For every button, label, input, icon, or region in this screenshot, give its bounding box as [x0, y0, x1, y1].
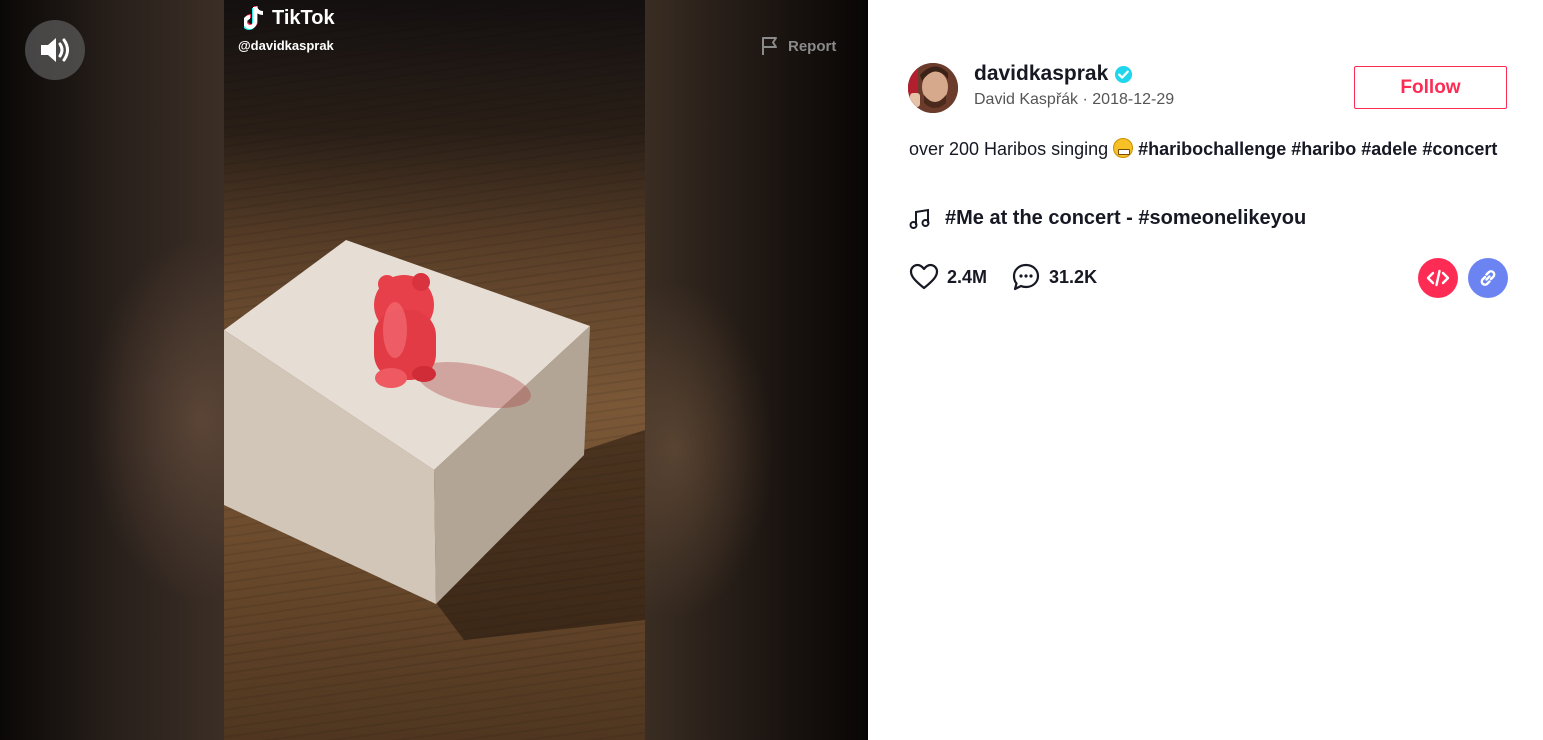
music-title-link[interactable]: #Me at the concert - #someonelikeyou: [945, 207, 1306, 230]
follow-button[interactable]: Follow: [1354, 66, 1507, 109]
embed-button[interactable]: [1418, 258, 1458, 298]
comment-button[interactable]: 31.2K: [1011, 262, 1097, 292]
link-chain-icon: [1480, 270, 1496, 286]
heart-icon: [909, 263, 939, 290]
video-info-panel: davidkasprak David Kaspřák · 2018-12-29 …: [868, 0, 1543, 740]
grinning-face-emoji-icon: [1113, 138, 1134, 158]
tiktok-logo: TikTok: [244, 5, 335, 31]
hashtag-link[interactable]: #adele: [1361, 139, 1417, 159]
tiktok-brand-text: TikTok: [272, 6, 335, 29]
video-blur-background-left: [0, 0, 224, 740]
like-count: 2.4M: [947, 266, 988, 287]
video-frame[interactable]: [224, 0, 645, 740]
volume-icon: [41, 38, 69, 62]
music-row[interactable]: #Me at the concert - #someonelikeyou: [909, 207, 1306, 230]
hashtag-link[interactable]: #concert: [1422, 139, 1497, 159]
flag-icon: [762, 37, 777, 55]
video-watermark-handle: @davidkasprak: [238, 38, 334, 53]
engagement-stats: 2.4M 31.2K: [909, 262, 1121, 292]
author-username[interactable]: davidkasprak: [974, 62, 1108, 86]
video-caption: over 200 Haribos singing #haribochalleng…: [909, 134, 1509, 164]
comment-count: 31.2K: [1049, 266, 1098, 287]
video-blur-background-right: [645, 0, 868, 740]
hashtag-link[interactable]: #haribo: [1291, 139, 1356, 159]
author-nickname-date: David Kaspřák · 2018-12-29: [974, 91, 1175, 108]
like-button[interactable]: 2.4M: [909, 263, 987, 291]
video-scene: [224, 240, 645, 640]
copy-link-button[interactable]: [1468, 258, 1508, 298]
tiktok-note-icon: [244, 6, 264, 30]
video-player[interactable]: TikTok @davidkasprak Report: [0, 0, 868, 740]
comment-bubble-icon: [1012, 263, 1040, 291]
author-name-row: davidkasprak: [974, 62, 1133, 86]
hashtag-link[interactable]: #haribochallenge: [1138, 139, 1286, 159]
report-label: Report: [788, 37, 837, 55]
avatar-image: [908, 63, 958, 113]
caption-text: over 200 Haribos singing: [909, 139, 1109, 159]
sound-toggle-button[interactable]: [25, 20, 85, 80]
avatar[interactable]: [908, 63, 958, 113]
verified-badge-icon: [1115, 65, 1133, 83]
gummy-bear: [374, 273, 436, 388]
code-embed-icon: [1426, 269, 1450, 287]
report-button[interactable]: Report: [760, 36, 836, 56]
music-note-icon: [909, 208, 930, 229]
